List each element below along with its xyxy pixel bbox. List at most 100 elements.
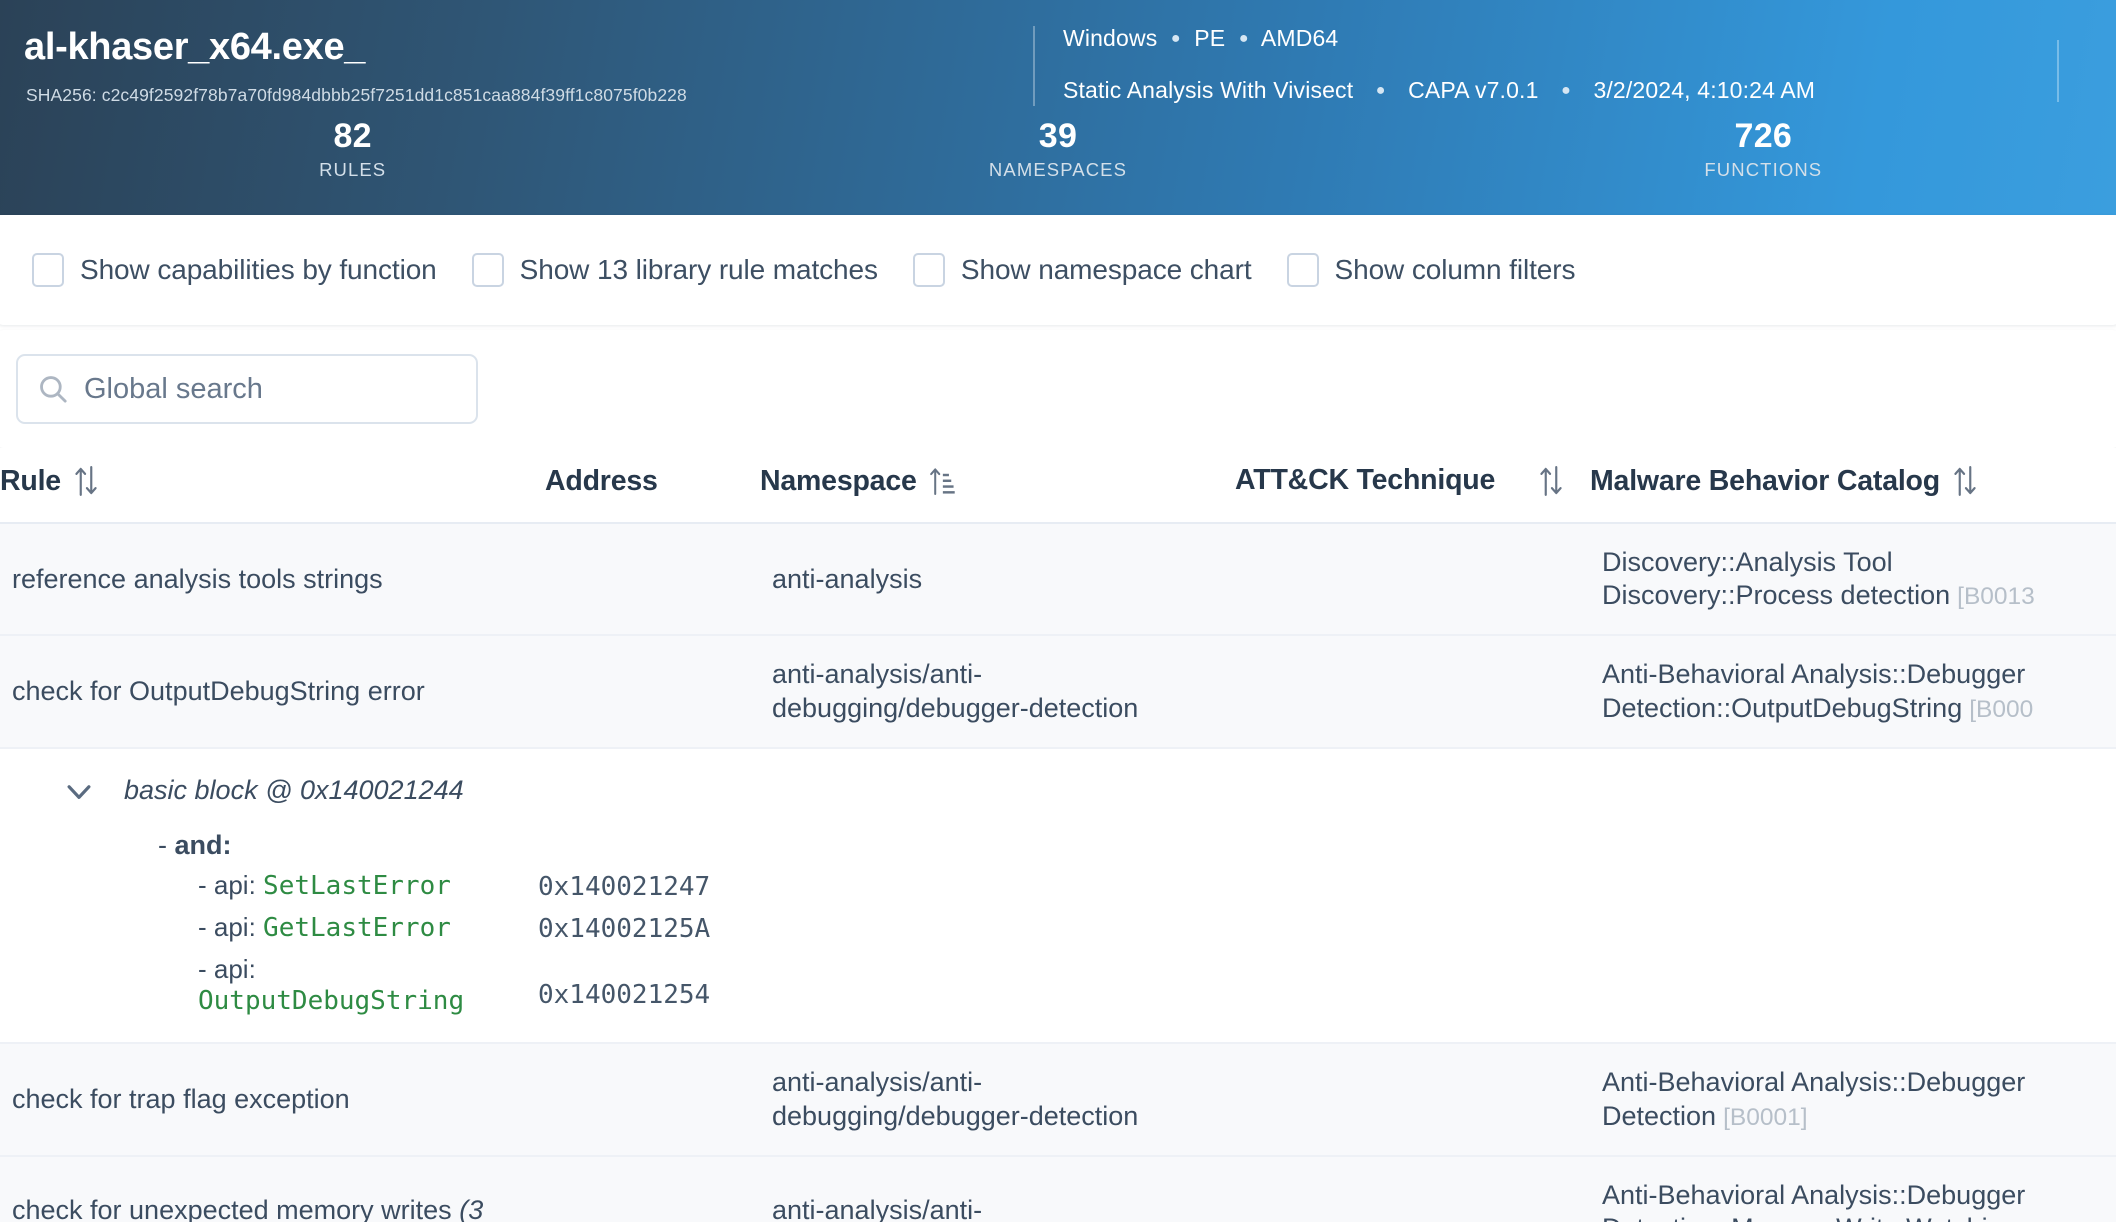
cell-namespace: anti-analysis/anti-debugging/debugger-de… [760,1156,1235,1222]
cell-namespace: anti-analysis/anti-debugging/debugger-de… [760,635,1235,747]
global-search-box[interactable] [16,354,478,424]
stat-functions-value: 726 [1411,116,2116,156]
cell-address [545,523,760,635]
sort-unsorted-icon[interactable] [73,464,99,498]
cell-attack-technique [1235,523,1590,635]
detail-feature-key: - api: OutputDebugString [198,954,538,1016]
cell-address [545,635,760,747]
sort-unsorted-icon[interactable] [1952,464,1978,498]
search-input[interactable] [84,373,424,406]
table-row[interactable]: check for trap flag exception anti-analy… [0,1043,2116,1155]
detail-scope-row[interactable]: basic block @ 0x140021244 [0,765,2116,817]
table-row[interactable]: reference analysis tools strings anti-an… [0,523,2116,635]
detail-feature-name: SetLastError [263,871,451,901]
mbc-line: Detection::Memory Write Watching [1602,1212,2116,1222]
cell-address [545,1043,760,1155]
table-header: Rule Address [0,448,2116,523]
checkbox-label: Show namespace chart [961,254,1252,286]
meta-capa-version: CAPA v7.0.1 [1408,77,1538,103]
cell-rule[interactable]: reference analysis tools strings [0,523,545,635]
checkbox-label: Show column filters [1335,254,1576,286]
cell-namespace: anti-analysis/anti-debugging/debugger-de… [760,1043,1235,1155]
detail-feature-prefix: - api: [198,954,256,984]
sha256-hash: SHA256: c2c49f2592f78b7a70fd984dbbb25f72… [26,85,687,106]
meta-analysis-type: Static Analysis With Vivisect [1063,77,1353,103]
cell-mbc: Anti-Behavioral Analysis::Debugger Detec… [1590,1156,2116,1222]
checkbox-box[interactable] [1287,253,1319,287]
sort-ascending-icon[interactable] [929,464,955,498]
mbc-id: [B0013 [1950,583,2035,610]
capa-explorer-app: al-khaser_x64.exe_ SHA256: c2c49f2592f78… [0,0,2116,1222]
mbc-line: Anti-Behavioral Analysis::Debugger [1602,658,2116,691]
mbc-line-text: Discovery::Process detection [1602,580,1950,610]
checkbox-label: Show 13 library rule matches [520,254,878,286]
mbc-id: [B000 [1962,696,2033,723]
detail-feature-row: - api: OutputDebugString 0x140021254 [0,954,2116,1016]
sort-unsorted-icon[interactable] [1538,464,1564,498]
options-toolbar: Show capabilities by function Show 13 li… [0,215,2116,325]
detail-feature-key: - api: GetLastError [198,912,538,944]
rule-name: check for OutputDebugString error [12,676,425,706]
column-header-malware-behavior-catalog[interactable]: Malware Behavior Catalog [1590,448,2116,523]
mbc-line-text: Detection [1602,1101,1716,1131]
checkbox-box[interactable] [32,253,64,287]
mbc-line: Anti-Behavioral Analysis::Debugger [1602,1066,2116,1099]
stat-rules-label: RULES [0,159,705,181]
cell-rule[interactable]: check for OutputDebugString error [0,635,545,747]
platform-meta-line: Windows ● PE ● AMD64 [1063,25,1338,52]
table-row[interactable]: check for unexpected memory writes (3 ma… [0,1156,2116,1222]
file-summary-banner: al-khaser_x64.exe_ SHA256: c2c49f2592f78… [0,0,2116,215]
detail-feature-name: OutputDebugString [198,986,464,1016]
capabilities-table-container: Rule Address [0,448,2116,1222]
column-header-mbc-label: Malware Behavior Catalog [1590,465,1940,498]
table-row[interactable]: check for OutputDebugString error anti-a… [0,635,2116,747]
checkbox-show-column-filters[interactable]: Show column filters [1287,253,1576,287]
column-header-address-label: Address [545,465,658,498]
detail-feature-row: - api: GetLastError 0x14002125A [0,912,2116,946]
column-header-attack-technique[interactable]: ATT&CK Technique [1235,448,1590,523]
search-icon [36,372,70,406]
detail-feature-row: - api: SetLastError 0x140021247 [0,870,2116,904]
meta-separator-dot: ● [1164,30,1188,48]
detail-logic-prefix: - [158,830,175,860]
column-header-rule[interactable]: Rule [0,448,545,523]
checkbox-show-namespace-chart[interactable]: Show namespace chart [913,253,1252,287]
table-body: reference analysis tools strings anti-an… [0,523,2116,1222]
stat-namespaces-value: 39 [705,116,1410,156]
options-checkbox-row: Show capabilities by function Show 13 li… [32,215,1610,325]
mbc-line: Detection[B0001] [1602,1100,2116,1133]
stat-functions-label: FUNCTIONS [1411,159,2116,181]
meta-separator-dot: ● [1360,82,1402,100]
stat-namespaces: 39 NAMESPACES [705,116,1410,196]
rule-match-detail: basic block @ 0x140021244 - and: - api: … [0,749,2116,1042]
stat-functions: 726 FUNCTIONS [1411,116,2116,196]
checkbox-box[interactable] [472,253,504,287]
column-header-address[interactable]: Address [545,448,760,523]
checkbox-show-library-rule-matches[interactable]: Show 13 library rule matches [472,253,878,287]
detail-feature-address: 0x14002125A [538,912,710,946]
column-header-attack-technique-label: ATT&CK Technique [1235,465,1495,497]
column-header-namespace-label: Namespace [760,465,917,498]
sha256-label: SHA256: [26,85,97,105]
detail-scope-label: basic block @ 0x140021244 [124,774,464,807]
mbc-line: Discovery::Process detection[B0013 [1602,579,2116,612]
mbc-line: Detection::OutputDebugString[B000 [1602,692,2116,725]
detail-feature-name: GetLastError [263,913,451,943]
column-header-namespace[interactable]: Namespace [760,448,1235,523]
table-row-detail: basic block @ 0x140021244 - and: - api: … [0,748,2116,1043]
cell-rule[interactable]: check for trap flag exception [0,1043,545,1155]
cell-attack-technique [1235,1043,1590,1155]
capabilities-table: Rule Address [0,448,2116,1222]
table-header-row: Rule Address [0,448,2116,523]
cell-rule[interactable]: check for unexpected memory writes (3 ma… [0,1156,545,1222]
chevron-down-icon[interactable] [62,774,96,808]
analysis-meta-line: Static Analysis With Vivisect ● CAPA v7.… [1063,77,1815,104]
search-bar-card [0,330,2116,448]
summary-stats: 82 RULES 39 NAMESPACES 726 FUNCTIONS [0,116,2116,196]
checkbox-box[interactable] [913,253,945,287]
header-divider-right [2057,40,2059,102]
checkbox-show-capabilities-by-function[interactable]: Show capabilities by function [32,253,437,287]
detail-feature-address: 0x140021247 [538,870,710,904]
stat-rules-value: 82 [0,116,705,156]
stat-namespaces-label: NAMESPACES [705,159,1410,181]
